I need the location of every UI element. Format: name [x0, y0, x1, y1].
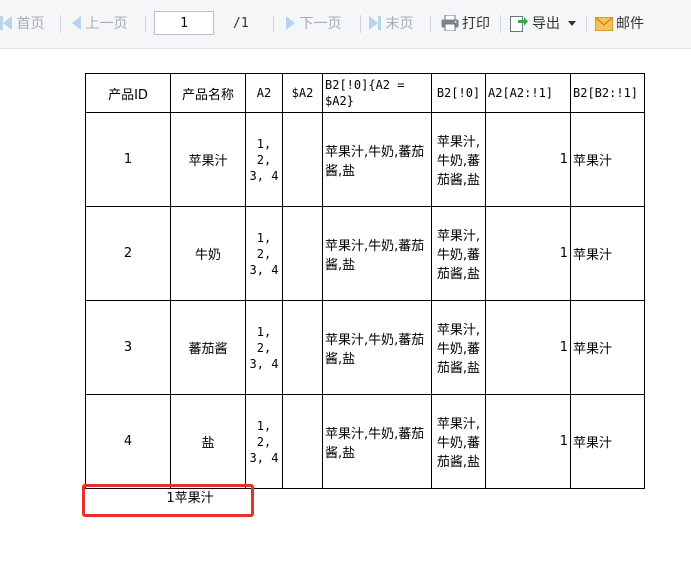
cell-b2-filtered: 苹果汁,牛奶,蕃茄酱,盐	[322, 206, 432, 301]
prev-page-label: 上一页	[85, 16, 128, 32]
cell-product-name: 牛奶	[170, 206, 246, 301]
cell-dollar-a2	[282, 300, 323, 395]
cell-product-name: 苹果汁	[170, 112, 246, 207]
table-row: 2 牛奶 1, 2, 3, 4 苹果汁,牛奶,蕃茄酱,盐 苹果汁,牛奶,蕃茄酱,…	[85, 206, 645, 301]
cell-b2-all: 苹果汁,牛奶,蕃茄酱,盐	[431, 300, 486, 395]
column-header: B2[B2:!1]	[570, 73, 645, 113]
cell-a2-range: 1	[485, 112, 571, 207]
first-page-label: 首页	[16, 16, 45, 32]
cell-b2-range: 苹果汁	[570, 112, 645, 207]
cell-product-id: 2	[85, 206, 171, 301]
mail-icon	[595, 17, 613, 31]
cell-a2: 1, 2, 3, 4	[245, 394, 283, 489]
next-page-label: 下一页	[299, 16, 342, 32]
last-page-label: 末页	[385, 16, 414, 32]
cell-dollar-a2	[282, 112, 323, 207]
highlight-annotation	[82, 484, 254, 517]
next-page-button[interactable]: 下一页	[286, 14, 341, 34]
toolbar-divider	[430, 15, 431, 33]
mail-button[interactable]: 邮件	[616, 14, 644, 34]
cell-a2-range: 1	[485, 394, 571, 489]
toolbar-divider	[360, 15, 361, 33]
cell-dollar-a2	[282, 394, 323, 489]
column-header: A2	[245, 73, 283, 113]
cell-a2: 1, 2, 3, 4	[245, 112, 283, 207]
page-number-input[interactable]	[154, 11, 214, 35]
column-header: B2[!0]	[431, 73, 486, 113]
cell-b2-range: 苹果汁	[570, 300, 645, 395]
cell-b2-filtered: 苹果汁,牛奶,蕃茄酱,盐	[322, 112, 432, 207]
table-row: 3 蕃茄酱 1, 2, 3, 4 苹果汁,牛奶,蕃茄酱,盐 苹果汁,牛奶,蕃茄酱…	[85, 300, 645, 395]
toolbar-divider	[500, 15, 501, 33]
toolbar-divider	[273, 15, 274, 33]
last-page-button[interactable]: 末页	[369, 14, 413, 34]
chevron-down-icon	[568, 21, 577, 26]
column-header: 产品名称	[170, 73, 246, 113]
print-button[interactable]: 打印	[462, 14, 490, 34]
column-header: 产品ID	[85, 73, 171, 113]
report-table: 产品ID 产品名称 A2 $A2 B2[!0]{A2 = $A2} B2[!0]…	[85, 73, 645, 489]
cell-product-name: 盐	[170, 394, 246, 489]
export-icon	[510, 14, 528, 32]
table-header-row: 产品ID 产品名称 A2 $A2 B2[!0]{A2 = $A2} B2[!0]…	[85, 73, 645, 113]
prev-page-button[interactable]: 上一页	[72, 14, 127, 34]
cell-b2-range: 苹果汁	[570, 394, 645, 489]
last-page-icon	[369, 16, 378, 30]
cell-a2-range: 1	[485, 206, 571, 301]
prev-page-icon	[72, 16, 81, 30]
cell-product-id: 3	[85, 300, 171, 395]
cell-a2-range: 1	[485, 300, 571, 395]
report-toolbar: 首页 上一页 /1 下一页 末页 打印 导出	[0, 0, 691, 49]
cell-b2-all: 苹果汁,牛奶,蕃茄酱,盐	[431, 206, 486, 301]
printer-icon	[441, 14, 459, 32]
column-header: A2[A2:!1]	[485, 73, 571, 113]
column-header: $A2	[282, 73, 323, 113]
toolbar-divider	[145, 15, 146, 33]
table-row: 4 盐 1, 2, 3, 4 苹果汁,牛奶,蕃茄酱,盐 苹果汁,牛奶,蕃茄酱,盐…	[85, 394, 645, 489]
first-page-button[interactable]: 首页	[0, 14, 44, 34]
cell-a2: 1, 2, 3, 4	[245, 300, 283, 395]
cell-b2-all: 苹果汁,牛奶,蕃茄酱,盐	[431, 394, 486, 489]
cell-b2-all: 苹果汁,牛奶,蕃茄酱,盐	[431, 112, 486, 207]
table-row: 1 苹果汁 1, 2, 3, 4 苹果汁,牛奶,蕃茄酱,盐 苹果汁,牛奶,蕃茄酱…	[85, 112, 645, 207]
toolbar-divider	[60, 15, 61, 33]
cell-b2-filtered: 苹果汁,牛奶,蕃茄酱,盐	[322, 394, 432, 489]
cell-a2: 1, 2, 3, 4	[245, 206, 283, 301]
cell-b2-filtered: 苹果汁,牛奶,蕃茄酱,盐	[322, 300, 432, 395]
column-header: B2[!0]{A2 = $A2}	[322, 73, 432, 113]
page-total: /1	[233, 16, 249, 31]
cell-b2-range: 苹果汁	[570, 206, 645, 301]
cell-dollar-a2	[282, 206, 323, 301]
cell-product-id: 4	[85, 394, 171, 489]
export-label: 导出	[532, 16, 560, 32]
cell-product-id: 1	[85, 112, 171, 207]
toolbar-divider	[586, 15, 587, 33]
cell-product-name: 蕃茄酱	[170, 300, 246, 395]
export-button[interactable]: 导出	[532, 14, 577, 34]
next-page-icon	[286, 16, 295, 30]
